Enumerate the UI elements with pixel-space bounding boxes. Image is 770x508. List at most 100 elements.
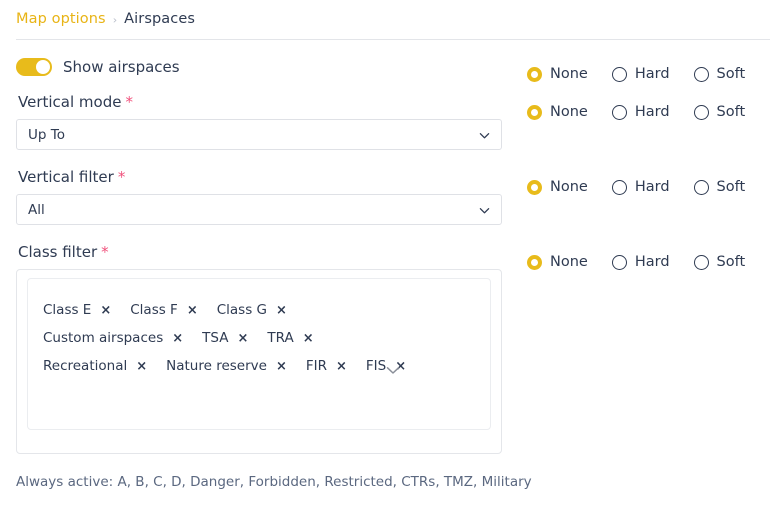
radio-option-none[interactable]: None xyxy=(527,104,588,120)
class-filter-tag-remove-icon[interactable]: × xyxy=(187,304,198,317)
class-filter-tag-label: Class G xyxy=(216,302,268,318)
vertical-mode-required-marker: * xyxy=(125,93,133,111)
class-filter-tag-remove-icon[interactable]: × xyxy=(336,360,347,373)
class-filter-label: Class filter * xyxy=(18,243,502,261)
radio-option-none[interactable]: None xyxy=(527,179,588,195)
class-filter-tag[interactable]: FIR × xyxy=(306,352,347,380)
class-filter-tag-label: Class E xyxy=(43,302,92,318)
class-filter-tag[interactable]: Class E × xyxy=(43,296,111,324)
radio-option-soft[interactable]: Soft xyxy=(693,66,746,82)
radio-option-label: Soft xyxy=(716,254,746,270)
radio-group-show-airspaces: None Hard Soft xyxy=(527,64,745,84)
class-filter-tag-remove-icon[interactable]: × xyxy=(276,304,287,317)
class-filter-tag-label: Custom airspaces xyxy=(43,330,164,346)
class-filter-tag[interactable]: Custom airspaces × xyxy=(43,324,183,352)
radio-option-label: None xyxy=(550,66,588,82)
vertical-mode-label: Vertical mode * xyxy=(18,93,502,111)
class-filter-tag-label: Nature reserve xyxy=(166,358,267,374)
radio-option-hard[interactable]: Hard xyxy=(611,104,670,120)
radio-button-unselected[interactable] xyxy=(611,254,627,270)
vertical-mode-value: Up To xyxy=(28,126,65,143)
class-filter-tag[interactable]: Recreational × xyxy=(43,352,147,380)
radio-button-selected[interactable] xyxy=(527,104,542,120)
radio-option-label: Soft xyxy=(716,104,746,120)
radio-group-vertical-filter: None Hard Soft xyxy=(527,177,745,197)
radio-option-label: Hard xyxy=(634,179,670,195)
radio-button-unselected[interactable] xyxy=(611,104,627,120)
vertical-mode-select[interactable]: Up To xyxy=(16,119,502,150)
class-filter-tag-label: FIS xyxy=(365,358,387,374)
class-filter-tag-remove-icon[interactable]: × xyxy=(136,360,147,373)
radio-option-none[interactable]: None xyxy=(527,254,588,270)
radio-option-label: Hard xyxy=(634,104,670,120)
class-filter-tag-remove-icon[interactable]: × xyxy=(100,304,111,317)
show-airspaces-toggle[interactable] xyxy=(16,58,52,76)
settings-form: Show airspaces Vertical mode * Up To Ver… xyxy=(16,52,502,454)
class-filter-helper-text: Always active: A, B, C, D, Danger, Forbi… xyxy=(16,474,532,490)
radio-option-soft[interactable]: Soft xyxy=(693,104,746,120)
vertical-filter-value: All xyxy=(28,201,45,218)
class-filter-tag[interactable]: Nature reserve × xyxy=(166,352,287,380)
radio-button-selected[interactable] xyxy=(527,66,542,82)
radio-option-label: Soft xyxy=(716,66,746,82)
class-filter-tag-label: TSA xyxy=(202,330,229,346)
radio-option-none[interactable]: None xyxy=(527,66,588,82)
class-filter-tag-remove-icon[interactable]: × xyxy=(395,360,406,373)
radio-option-label: Hard xyxy=(634,66,670,82)
radio-option-soft[interactable]: Soft xyxy=(693,254,746,270)
radio-button-unselected[interactable] xyxy=(693,66,709,82)
radio-button-unselected[interactable] xyxy=(611,66,627,82)
radio-button-selected[interactable] xyxy=(527,179,542,195)
radio-group-class-filter: None Hard Soft xyxy=(527,252,745,272)
radio-option-label: None xyxy=(550,254,588,270)
radio-option-label: None xyxy=(550,179,588,195)
radio-option-soft[interactable]: Soft xyxy=(693,179,746,195)
vertical-filter-label: Vertical filter * xyxy=(18,168,502,186)
class-filter-required-marker: * xyxy=(101,243,109,261)
radio-option-label: None xyxy=(550,104,588,120)
show-airspaces-label: Show airspaces xyxy=(63,58,180,76)
class-filter-tag-label: TRA xyxy=(267,330,294,346)
vertical-mode-label-text: Vertical mode xyxy=(18,93,122,111)
radio-group-vertical-mode: None Hard Soft xyxy=(527,102,745,122)
class-filter-tag[interactable]: TSA × xyxy=(202,324,248,352)
show-airspaces-row: Show airspaces xyxy=(16,52,502,82)
class-filter-multiselect[interactable]: Class E × Class F × Class G × Custom airspaces… xyxy=(16,269,502,454)
radio-option-label: Soft xyxy=(716,179,746,195)
class-filter-label-text: Class filter xyxy=(18,243,98,261)
class-filter-tag[interactable]: FIS × xyxy=(366,352,406,380)
class-filter-tag-remove-icon[interactable]: × xyxy=(172,332,183,345)
breadcrumb: Map options › Airspaces xyxy=(16,6,195,32)
breadcrumb-link-map-options[interactable]: Map options xyxy=(16,11,106,27)
class-filter-tag-remove-icon[interactable]: × xyxy=(237,332,248,345)
class-filter-tag-label: Class F xyxy=(130,302,178,318)
chevron-down-icon xyxy=(479,205,490,216)
vertical-filter-select[interactable]: All xyxy=(16,194,502,225)
class-filter-tag-label: FIR xyxy=(305,358,327,374)
radio-option-hard[interactable]: Hard xyxy=(611,179,670,195)
chevron-down-icon xyxy=(479,130,490,141)
toggle-knob xyxy=(36,60,50,74)
class-filter-tag[interactable]: Class G × xyxy=(217,296,287,324)
breadcrumb-current-airspaces: Airspaces xyxy=(124,11,196,27)
radio-button-unselected[interactable] xyxy=(693,254,709,270)
class-filter-tag-list: Class E × Class F × Class G × Custom airspaces… xyxy=(43,296,441,380)
radio-option-hard[interactable]: Hard xyxy=(611,254,670,270)
vertical-filter-label-text: Vertical filter xyxy=(18,168,114,186)
radio-button-unselected[interactable] xyxy=(693,179,709,195)
airspaces-settings-page: Map options › Airspaces Show airspaces V… xyxy=(0,0,770,508)
class-filter-tag-row: Class E × Class F × Class G × Custom airspaces… xyxy=(43,296,441,380)
class-filter-tag-label: Recreational xyxy=(43,358,128,374)
radio-button-unselected[interactable] xyxy=(693,104,709,120)
radio-button-unselected[interactable] xyxy=(611,179,627,195)
class-filter-tag[interactable]: TRA × xyxy=(267,324,313,352)
class-filter-tag-remove-icon[interactable]: × xyxy=(303,332,314,345)
vertical-filter-required-marker: * xyxy=(117,168,126,186)
breadcrumb-chevron-right-icon: › xyxy=(112,13,118,26)
radio-button-selected[interactable] xyxy=(527,254,542,270)
class-filter-tag[interactable]: Class F × xyxy=(130,296,197,324)
radio-option-label: Hard xyxy=(634,254,670,270)
radio-option-hard[interactable]: Hard xyxy=(611,66,670,82)
class-filter-tag-remove-icon[interactable]: × xyxy=(276,360,287,373)
header-divider xyxy=(16,39,770,40)
